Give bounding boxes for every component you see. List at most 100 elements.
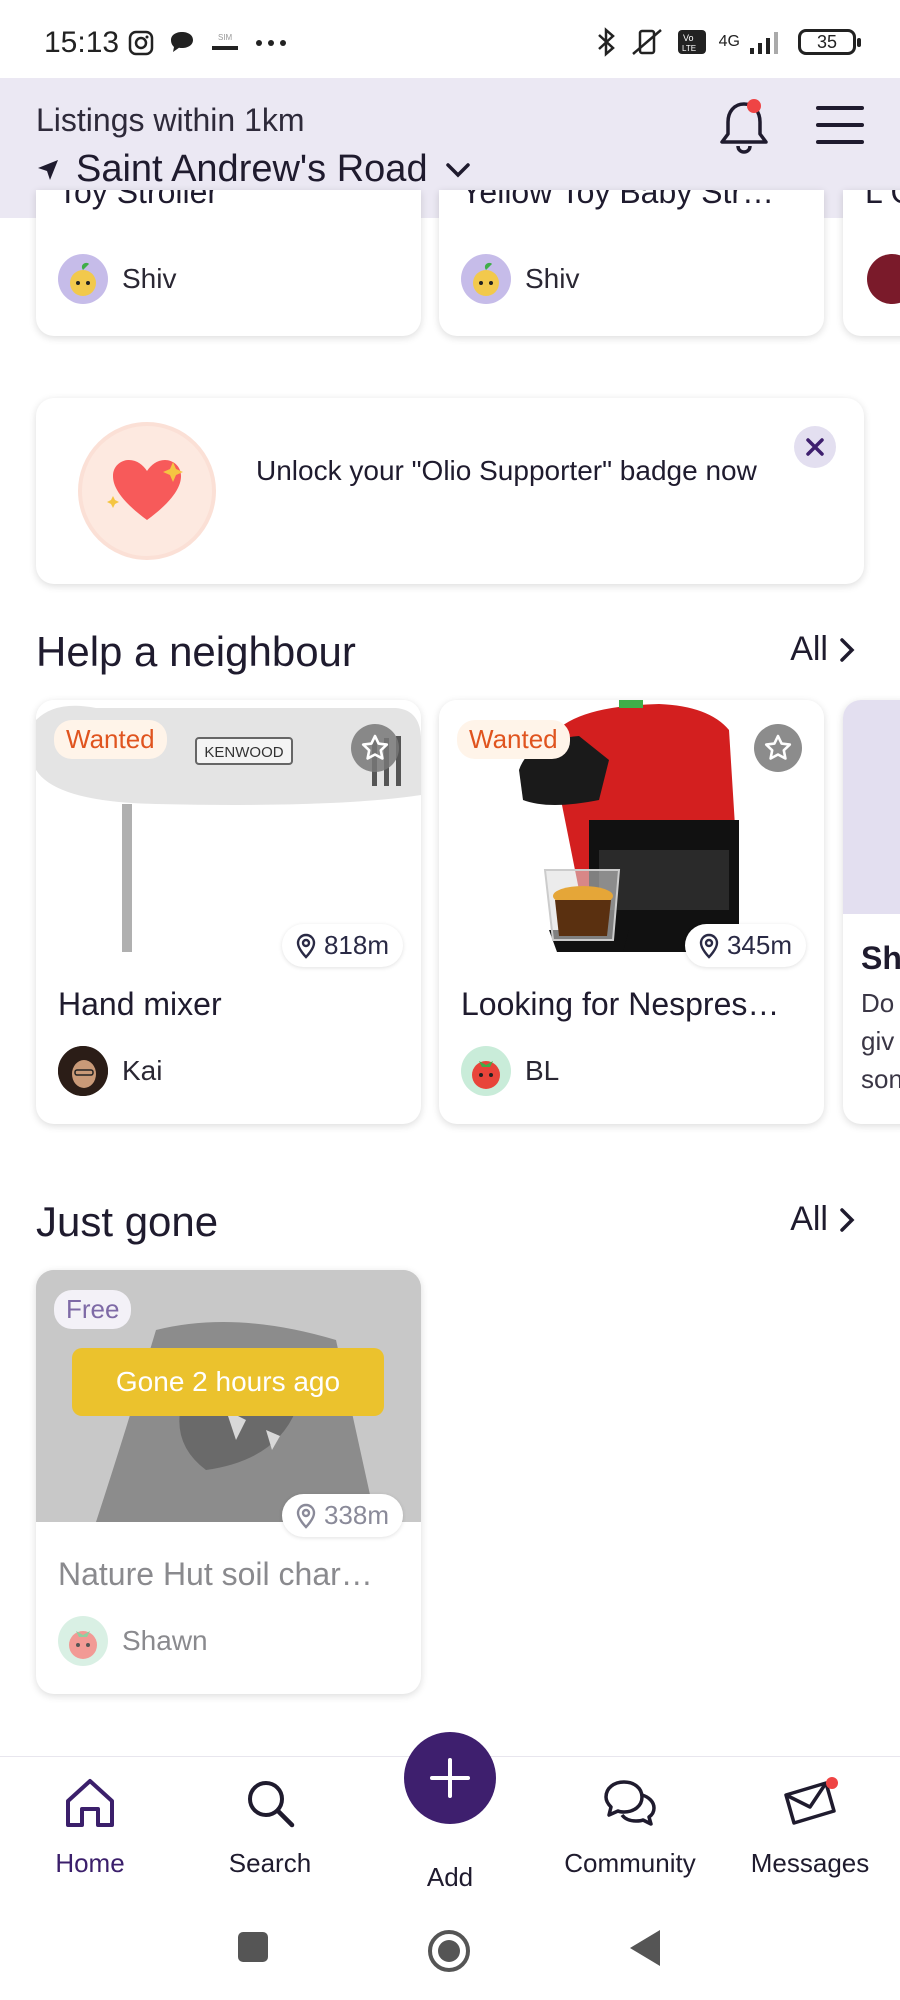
listing-title: Nature Hut soil char… [58,1556,373,1592]
header-subtitle: Listings within 1km [36,102,305,138]
listing-title: Looking for Nespres… [461,986,780,1022]
svg-text:SIM: SIM [218,33,233,42]
location-arrow-icon [38,159,58,180]
fruit-avatar-icon [70,262,96,296]
person-photo-icon [58,1046,108,1096]
system-navigation-bar [0,1906,900,2000]
see-all-label: All [790,630,828,668]
owner-name: Shawn [122,1625,208,1656]
owner-name: Kai [122,1055,163,1086]
distance-pill: 818m [281,924,403,967]
listing-title: Hand mixer [58,986,222,1022]
favorite-button[interactable] [754,724,802,772]
listing-card[interactable]: L G [843,190,900,336]
chevron-down-icon [445,162,470,177]
banner-text: Unlock your "Olio Supporter" badge now [256,455,757,486]
sim-icon: SIM [212,33,238,50]
section-title: Help a neighbour [36,628,356,675]
wanted-badge: Wanted [54,720,167,759]
distance-value: 345m [726,930,792,960]
avatar [58,254,108,304]
see-all-label: All [790,1200,828,1238]
listing-owner: Kai [58,1046,162,1096]
volte-icon: VoLTE [677,30,706,54]
envelope-icon [784,1777,838,1825]
battery-indicator: 35 [798,29,861,55]
status-left-icons: SIM [128,30,288,56]
listing-title: Toy Stroller [58,190,219,210]
owner-name: BL [525,1055,560,1086]
avatar [461,254,511,304]
add-listing-button[interactable] [404,1732,496,1824]
nav-search[interactable]: Search [180,1775,360,1879]
listing-title: L G [865,190,900,210]
recent-apps-icon[interactable] [236,1930,270,1964]
pin-icon [699,933,719,959]
favorite-button[interactable] [351,724,399,772]
home-icon [66,1779,114,1827]
see-all-link[interactable]: All [790,1200,856,1239]
listing-title: Yellow Toy Baby Str… [461,190,775,210]
svg-text:Vo: Vo [683,33,694,43]
listing-description: Do giv son [861,988,900,1094]
battery-level: 35 [816,32,838,52]
listing-card[interactable]: Toy Stroller Shiv [36,190,421,336]
heart-icon [107,460,183,520]
nav-messages[interactable]: Messages [720,1775,900,1879]
distance-pill: 338m [281,1494,403,1537]
status-bar: 15:13 SIM Vo LTE 4G 35 [0,0,900,78]
more-dots-icon [256,40,286,46]
home-circle-icon[interactable] [426,1928,472,1974]
status-right-icons: Vo LTE 4G 35 [595,26,861,58]
pin-icon [296,933,316,959]
status-time: 15:13 [44,26,120,59]
wanted-badge: Wanted [457,720,570,759]
listing-owner: Shiv [58,254,176,304]
svg-text:LTE: LTE [682,44,696,53]
brand-label: KENWOOD [204,744,283,761]
nav-add-label: Add [426,1862,474,1892]
listing-card[interactable]: Sh Do giv son [843,700,900,1124]
heart-illustration [78,422,216,560]
listing-card[interactable]: Yellow Toy Baby Str… Shiv [439,190,824,336]
free-badge: Free [54,1290,132,1329]
bluetooth-icon [597,27,615,57]
listing-owner: Shiv [461,254,579,304]
see-all-link[interactable]: All [790,630,856,669]
gone-listing-card[interactable]: Free Gone 2 hours ago 338m Nature Hut so… [36,1270,421,1694]
wanted-listing-card[interactable]: Wanted 345m Looking for Nespres… BL [439,700,824,1124]
nav-community[interactable]: Community [540,1775,720,1879]
back-triangle-icon[interactable] [628,1928,662,1968]
search-icon [248,1781,295,1828]
instagram-icon [128,30,154,56]
signal-icon [750,32,778,54]
distance-value: 338m [323,1500,389,1530]
chevron-right-icon [840,1207,855,1232]
gone-status-banner: Gone 2 hours ago [72,1348,384,1416]
close-icon [806,438,824,456]
star-icon [764,734,792,760]
owner-name: Shiv [525,263,580,294]
vibrate-off-icon [631,29,662,55]
location-name: Saint Andrew's Road [76,148,428,190]
supporter-badge-banner[interactable]: Unlock your "Olio Supporter" badge now [36,398,864,584]
star-icon [361,734,389,760]
avatar [867,254,900,304]
wanted-listing-card[interactable]: KENWOOD Wanted 818m Hand mixer Kai [36,700,421,1124]
chat-bubble-icon [171,32,193,52]
listing-owner: Shawn [58,1616,208,1666]
avatar [461,1046,511,1096]
plus-icon [430,1758,470,1798]
nav-home[interactable]: Home [0,1775,180,1879]
hamburger-menu-icon[interactable] [814,102,866,148]
section-title: Just gone [36,1198,219,1245]
close-button[interactable] [794,426,836,468]
listing-title: Sh [861,940,900,976]
pin-icon [296,1503,316,1529]
nav-search-label: Search [228,1848,312,1878]
location-selector[interactable]: Saint Andrew's Road [36,148,472,191]
community-chat-icon [604,1780,656,1826]
bell-icon[interactable] [716,96,772,156]
network-type: 4G [718,33,740,50]
nav-messages-label: Messages [750,1848,870,1878]
